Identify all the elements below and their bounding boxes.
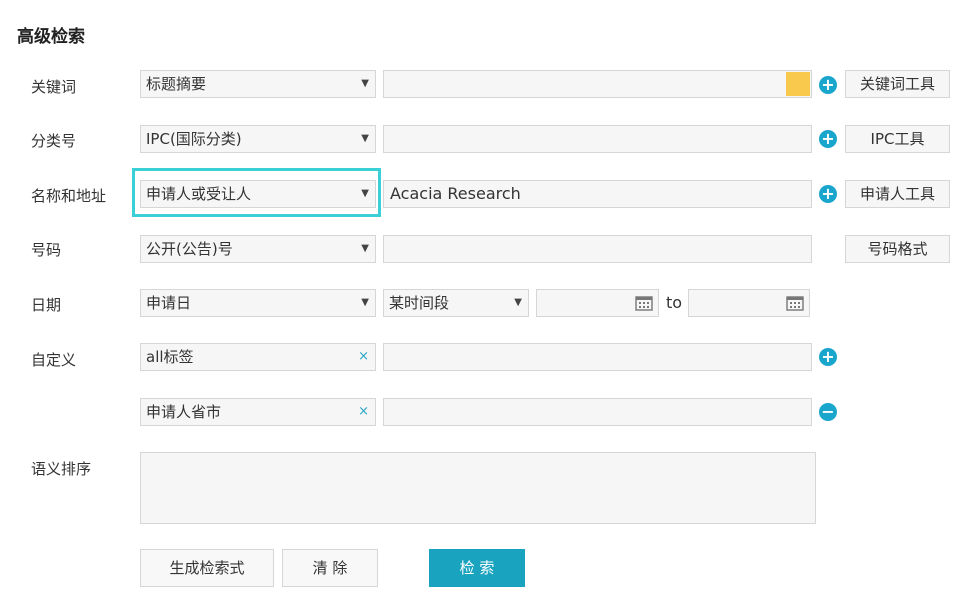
chevron-down-icon: ▼ <box>361 133 369 144</box>
keyword-field-select[interactable]: 标题摘要 ▼ <box>140 70 376 98</box>
number-select[interactable]: 公开(公告)号 ▼ <box>140 235 376 263</box>
applicant-tool-button[interactable]: 申请人工具 <box>845 180 950 208</box>
keyword-tool-button[interactable]: 关键词工具 <box>845 70 950 98</box>
date-type-select[interactable]: 申请日 ▼ <box>140 289 376 317</box>
add-keyword-icon[interactable]: + <box>819 76 837 94</box>
date-start-input[interactable] <box>536 289 659 317</box>
remove-custom-icon[interactable]: − <box>819 403 837 421</box>
custom-label: 自定义 <box>31 351 77 369</box>
number-label: 号码 <box>31 241 62 259</box>
add-classification-icon[interactable]: + <box>819 130 837 148</box>
number-select-value: 公开(公告)号 <box>146 240 233 258</box>
chevron-down-icon: ▼ <box>361 188 369 199</box>
classification-input[interactable] <box>383 125 812 153</box>
custom-tag-select-2[interactable]: 申请人省市 × <box>140 398 376 426</box>
name-address-select-value: 申请人或受让人 <box>146 185 252 203</box>
custom-input-2[interactable] <box>383 398 812 426</box>
ipc-tool-button[interactable]: IPC工具 <box>845 125 950 153</box>
classification-label: 分类号 <box>31 132 77 150</box>
yellow-marker-icon <box>786 72 810 96</box>
date-label: 日期 <box>31 296 62 314</box>
date-type-select-value: 申请日 <box>146 294 192 312</box>
add-name-address-icon[interactable]: + <box>819 185 837 203</box>
name-address-input[interactable]: Acacia Research <box>383 180 812 208</box>
number-format-button[interactable]: 号码格式 <box>845 235 950 263</box>
generate-query-button[interactable]: 生成检索式 <box>140 549 274 587</box>
chevron-down-icon: ▼ <box>361 297 369 308</box>
custom-input-1[interactable] <box>383 343 812 371</box>
clear-button[interactable]: 清 除 <box>282 549 378 587</box>
chevron-down-icon: ▼ <box>361 243 369 254</box>
date-to-label: to <box>666 293 683 312</box>
custom-tag-value-2: 申请人省市 <box>146 403 222 421</box>
calendar-icon[interactable] <box>786 295 804 311</box>
date-end-input[interactable] <box>688 289 810 317</box>
custom-tag-value-1: all标签 <box>146 348 194 366</box>
search-button[interactable]: 检 索 <box>429 549 525 587</box>
keyword-label: 关键词 <box>31 78 77 96</box>
number-input[interactable] <box>383 235 812 263</box>
custom-tag-select-1[interactable]: all标签 × <box>140 343 376 371</box>
name-address-label: 名称和地址 <box>31 187 107 205</box>
keyword-select-value: 标题摘要 <box>146 75 207 93</box>
semantic-sort-label: 语义排序 <box>31 460 92 478</box>
name-address-select[interactable]: 申请人或受让人 ▼ <box>140 180 376 208</box>
keyword-input[interactable] <box>383 70 812 98</box>
date-range-select-value: 某时间段 <box>389 294 450 312</box>
classification-select[interactable]: IPC(国际分类) ▼ <box>140 125 376 153</box>
clear-icon[interactable]: × <box>358 399 369 425</box>
classification-select-value: IPC(国际分类) <box>146 130 242 148</box>
chevron-down-icon: ▼ <box>514 297 522 308</box>
chevron-down-icon: ▼ <box>361 78 369 89</box>
add-custom-icon[interactable]: + <box>819 348 837 366</box>
page-title: 高级检索 <box>17 27 85 47</box>
calendar-icon[interactable] <box>635 295 653 311</box>
clear-icon[interactable]: × <box>358 344 369 370</box>
semantic-sort-textarea[interactable] <box>140 452 816 524</box>
date-range-select[interactable]: 某时间段 ▼ <box>383 289 529 317</box>
